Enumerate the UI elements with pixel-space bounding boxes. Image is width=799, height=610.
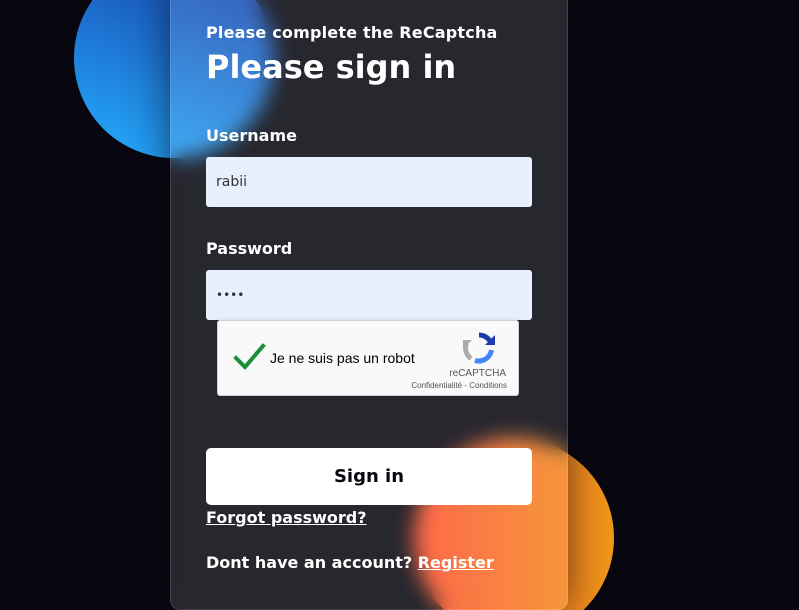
recaptcha-links: Confidentialité - Conditions <box>411 381 507 390</box>
page-title: Please sign in <box>206 48 457 86</box>
recaptcha-privacy-link[interactable]: Confidentialité <box>411 381 462 390</box>
checkmark-icon <box>233 343 266 370</box>
username-label: Username <box>206 126 297 145</box>
recaptcha-logo-icon <box>462 331 496 365</box>
register-link[interactable]: Register <box>418 553 494 572</box>
no-account-text: Dont have an account? <box>206 553 413 572</box>
password-label: Password <box>206 239 293 258</box>
recaptcha-terms-link[interactable]: Conditions <box>469 381 507 390</box>
login-page: Please complete the ReCaptcha Please sig… <box>0 0 799 610</box>
username-input[interactable] <box>206 157 532 207</box>
recaptcha-label: Je ne suis pas un robot <box>270 350 415 366</box>
recaptcha-prompt: Please complete the ReCaptcha <box>206 23 498 42</box>
recaptcha-brand: reCAPTCHA <box>449 368 506 379</box>
forgot-password-link[interactable]: Forgot password? <box>206 508 367 527</box>
recaptcha-checkbox[interactable] <box>232 341 266 373</box>
register-prompt: Dont have an account? Register <box>206 553 494 572</box>
password-input[interactable] <box>206 270 532 320</box>
recaptcha-widget: Je ne suis pas un robot reCAPTCHA Confid… <box>217 320 519 396</box>
sign-in-button[interactable]: Sign in <box>206 448 532 505</box>
